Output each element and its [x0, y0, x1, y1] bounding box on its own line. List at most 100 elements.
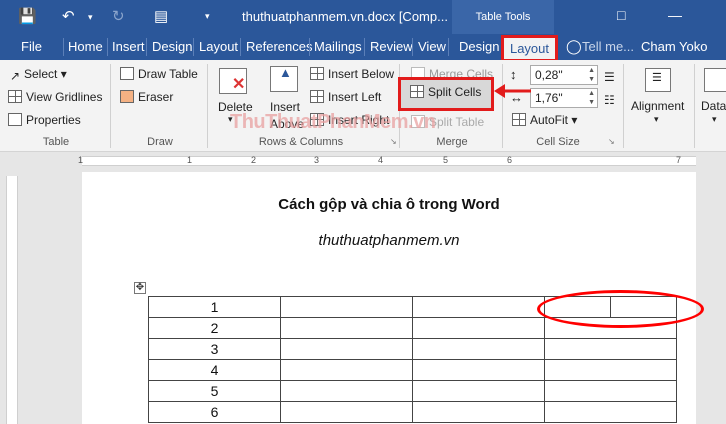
table-cell[interactable]	[280, 317, 413, 339]
spinner-arrows-icon[interactable]: ▲ ▼	[588, 66, 595, 84]
ribbon-tabs: File Home Insert Design Layout Reference…	[0, 34, 726, 62]
table-cell[interactable]	[412, 338, 545, 360]
tab-separator	[412, 38, 413, 56]
column-width-value: 1,76"	[535, 91, 563, 105]
undo-icon[interactable]: ↶	[62, 7, 75, 25]
ruler-mark: 4	[378, 155, 384, 165]
insert-below-label: Insert Below	[328, 67, 395, 81]
group-label-draw: Draw	[147, 136, 173, 148]
table-cell[interactable]	[280, 380, 413, 402]
autofit-button[interactable]: AutoFit ▾	[512, 113, 577, 127]
table-cell[interactable]: 3	[148, 338, 281, 360]
select-button[interactable]: ↗ Select ▾	[10, 67, 67, 83]
insert-below-icon	[310, 67, 324, 80]
table-cell[interactable]: 1	[148, 296, 281, 318]
quick-access-menu-icon[interactable]: ▾	[205, 11, 210, 22]
properties-button[interactable]: Properties	[8, 113, 81, 127]
tab-table-layout[interactable]: Layout	[501, 35, 558, 62]
ruler-mark: 7	[676, 155, 682, 165]
cell-size-launcher-icon[interactable]: ↘	[608, 137, 615, 146]
tab-review[interactable]: Review	[370, 39, 413, 54]
red-ellipse-annotation	[537, 290, 704, 328]
table-row: 5	[148, 380, 677, 402]
autofit-icon	[512, 113, 526, 126]
minimize-icon[interactable]: —	[668, 7, 682, 23]
tell-me-box[interactable]: Tell me...	[582, 39, 634, 54]
autofit-label: AutoFit	[530, 113, 569, 127]
user-name[interactable]: Cham Yoko	[641, 39, 708, 54]
vertical-ruler[interactable]	[6, 176, 18, 424]
tab-file[interactable]: File	[21, 39, 42, 54]
group-label-merge: Merge	[436, 136, 468, 148]
table-cell[interactable]	[412, 317, 545, 339]
insert-left-icon	[310, 90, 324, 103]
data-button[interactable]: Data	[701, 99, 726, 113]
table-cell[interactable]	[544, 380, 677, 402]
split-table-label: Split Table	[429, 115, 485, 129]
tab-insert[interactable]: Insert	[112, 39, 145, 54]
document-heading: Cách gộp và chia ô trong Word	[278, 196, 500, 213]
alignment-button[interactable]: Alignment	[631, 99, 684, 113]
table-cell[interactable]	[412, 380, 545, 402]
table-cell[interactable]: 6	[148, 401, 281, 423]
tab-home[interactable]: Home	[68, 39, 103, 54]
ruler-mark: 5	[443, 155, 449, 165]
insert-above-icon[interactable]: ▲	[270, 65, 298, 92]
undo-dropdown-icon[interactable]: ▾	[88, 12, 93, 23]
data-icon[interactable]	[704, 68, 726, 92]
ruler-mark: 6	[507, 155, 513, 165]
tab-references[interactable]: References	[246, 39, 312, 54]
table-cell[interactable]	[280, 401, 413, 423]
delete-table-icon[interactable]: ✕	[219, 68, 247, 94]
ribbon: ↗ Select ▾ View Gridlines Properties Tabl…	[0, 60, 726, 152]
split-cells-button[interactable]: Split Cells	[398, 77, 494, 111]
table-cell[interactable]	[544, 338, 677, 360]
tab-table-design[interactable]: Design	[459, 39, 499, 54]
table-cell[interactable]	[280, 296, 413, 318]
distribute-rows-icon[interactable]: ☰	[604, 70, 615, 84]
table-cell[interactable]	[412, 296, 545, 318]
group-separator	[623, 64, 624, 148]
spinner-arrows-icon[interactable]: ▲ ▼	[588, 89, 595, 107]
alignment-icon[interactable]: ☰	[645, 68, 671, 92]
ruler-mark: 1	[187, 155, 193, 165]
insert-below-button[interactable]: Insert Below	[310, 67, 394, 81]
save-icon[interactable]: 💾	[18, 7, 37, 25]
rows-columns-launcher-icon[interactable]: ↘	[390, 137, 397, 146]
group-label-cell-size: Cell Size	[536, 136, 580, 148]
table-cell[interactable]	[412, 359, 545, 381]
tab-separator	[240, 38, 241, 56]
tab-layout[interactable]: Layout	[199, 39, 238, 54]
view-gridlines-button[interactable]: View Gridlines	[8, 90, 102, 104]
table-cell[interactable]	[544, 401, 677, 423]
table-move-handle-icon[interactable]: ✥	[134, 282, 146, 294]
table-cell[interactable]	[544, 359, 677, 381]
table-cell[interactable]	[412, 401, 545, 423]
document-subheading: thuthuatphanmem.vn	[318, 232, 460, 249]
insert-left-button[interactable]: Insert Left	[310, 90, 381, 104]
tab-separator	[309, 38, 310, 56]
table-cell[interactable]: 2	[148, 317, 281, 339]
table-cell[interactable]	[280, 359, 413, 381]
horizontal-ruler[interactable]: 1 1 2 3 4 5 6 7	[0, 152, 726, 170]
tab-separator	[448, 38, 449, 56]
tab-design[interactable]: Design	[152, 39, 192, 54]
table-cell[interactable]	[280, 338, 413, 360]
group-separator	[110, 64, 111, 148]
eraser-button[interactable]: Eraser	[120, 90, 173, 104]
ruler-mark: 3	[314, 155, 320, 165]
tab-view[interactable]: View	[418, 39, 446, 54]
group-label-rows-columns: Rows & Columns	[258, 136, 344, 148]
customize-icon[interactable]: ▤	[154, 7, 168, 25]
column-width-input[interactable]: 1,76" ▲ ▼	[530, 88, 598, 108]
distribute-columns-icon[interactable]: ☷	[604, 93, 615, 107]
tab-mailings[interactable]: Mailings	[314, 39, 362, 54]
data-dropdown-icon[interactable]: ▾	[712, 114, 717, 125]
insert-left-label: Insert Left	[328, 90, 382, 104]
draw-table-button[interactable]: Draw Table	[120, 67, 198, 81]
ribbon-display-options-icon[interactable]: □	[617, 7, 625, 23]
table-cell[interactable]: 5	[148, 380, 281, 402]
row-height-input[interactable]: 0,28" ▲ ▼	[530, 65, 598, 85]
alignment-dropdown-icon[interactable]: ▾	[654, 114, 659, 125]
table-cell[interactable]: 4	[148, 359, 281, 381]
